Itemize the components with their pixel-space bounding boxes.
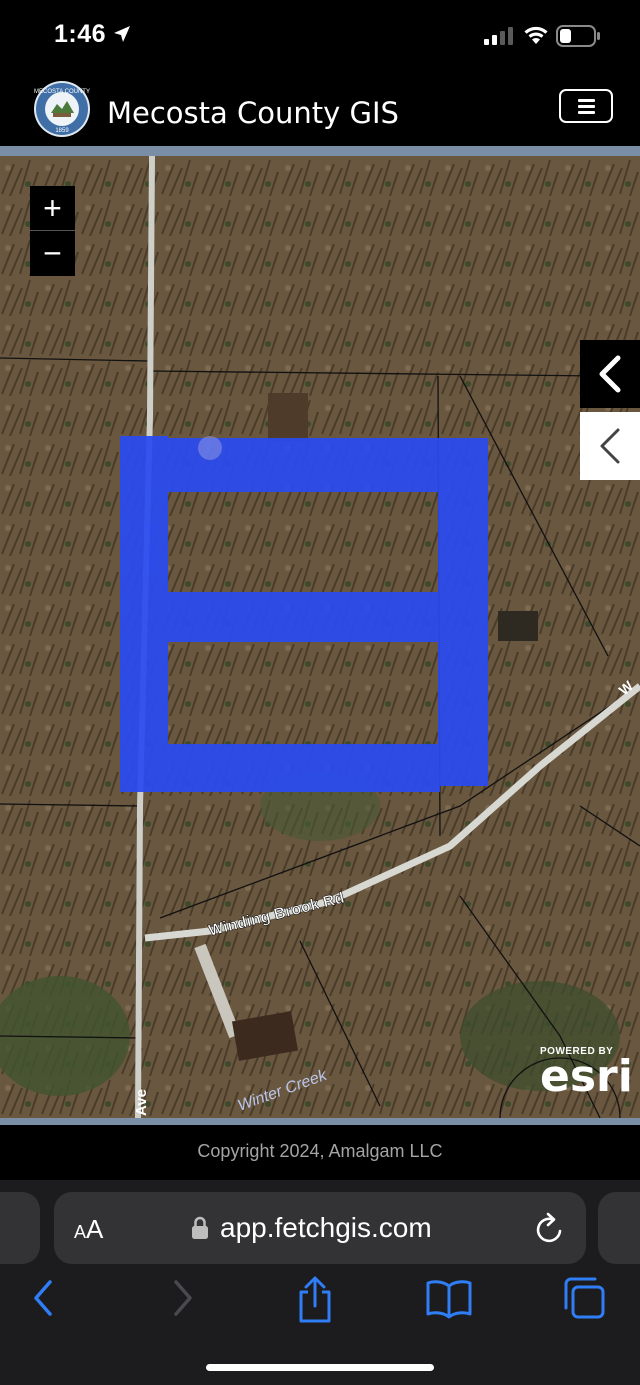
zoom-out-button[interactable]: − bbox=[30, 231, 75, 275]
battery-icon bbox=[556, 25, 600, 47]
url-text[interactable]: app.fetchgis.com bbox=[220, 1212, 432, 1244]
lock-icon bbox=[192, 1216, 208, 1239]
app-title: Mecosta County GIS bbox=[107, 96, 399, 130]
road-label-ave: Ave bbox=[133, 1089, 150, 1116]
copyright-text: Copyright 2024, Amalgam LLC bbox=[197, 1141, 443, 1161]
status-time: 1:46 bbox=[54, 20, 107, 48]
browser-nav-bar bbox=[0, 1276, 640, 1336]
chevron-left-icon bbox=[600, 428, 620, 464]
address-bar[interactable]: AA app.fetchgis.com bbox=[54, 1192, 586, 1264]
previous-tab-peek[interactable] bbox=[0, 1192, 40, 1264]
road-label-ave-top: North Av bbox=[146, 522, 161, 572]
forward-icon[interactable] bbox=[168, 1276, 198, 1320]
svg-text:MECOSTA COUNTY: MECOSTA COUNTY bbox=[34, 89, 90, 95]
map-view[interactable]: Winding Brook Rd Ave North Av W Winter C… bbox=[0, 156, 640, 1118]
book-icon[interactable] bbox=[425, 1276, 473, 1320]
next-tab-peek[interactable] bbox=[598, 1192, 640, 1264]
zoom-in-button[interactable]: + bbox=[30, 186, 75, 230]
tabs-icon[interactable] bbox=[562, 1276, 606, 1320]
esri-logo: esri bbox=[540, 1051, 633, 1102]
map-border-bottom bbox=[0, 1118, 640, 1125]
hamburger-menu-button[interactable] bbox=[559, 89, 613, 123]
map-border-top bbox=[0, 146, 640, 156]
location-arrow-icon bbox=[114, 26, 130, 42]
reader-settings-button[interactable]: AA bbox=[74, 1214, 103, 1245]
app-header: MECOSTA COUNTY 1859 Mecosta County GIS bbox=[0, 70, 640, 146]
panel-toggle-button-dark[interactable] bbox=[580, 340, 640, 408]
chevron-left-icon bbox=[599, 355, 621, 393]
back-icon[interactable] bbox=[28, 1276, 58, 1320]
share-icon[interactable] bbox=[296, 1276, 334, 1324]
reload-icon[interactable] bbox=[534, 1212, 566, 1246]
esri-attribution[interactable]: POWERED BY esri bbox=[540, 1046, 633, 1102]
plus-icon: + bbox=[43, 190, 62, 226]
cellular-signal-icon bbox=[484, 27, 513, 45]
county-seal-logo: MECOSTA COUNTY 1859 bbox=[34, 81, 90, 137]
zoom-control: + − bbox=[30, 186, 75, 276]
status-bar: 1:46 bbox=[0, 0, 640, 70]
minus-icon: − bbox=[43, 235, 62, 271]
wifi-icon bbox=[524, 26, 548, 44]
hamburger-menu-icon bbox=[578, 99, 595, 102]
browser-toolbar: AA app.fetchgis.com bbox=[0, 1180, 640, 1385]
panel-toggle-button-light[interactable] bbox=[580, 412, 640, 480]
svg-text:1859: 1859 bbox=[55, 128, 69, 134]
map-canvas[interactable]: Winding Brook Rd Ave North Av W Winter C… bbox=[0, 156, 640, 1118]
home-indicator[interactable] bbox=[206, 1364, 434, 1371]
